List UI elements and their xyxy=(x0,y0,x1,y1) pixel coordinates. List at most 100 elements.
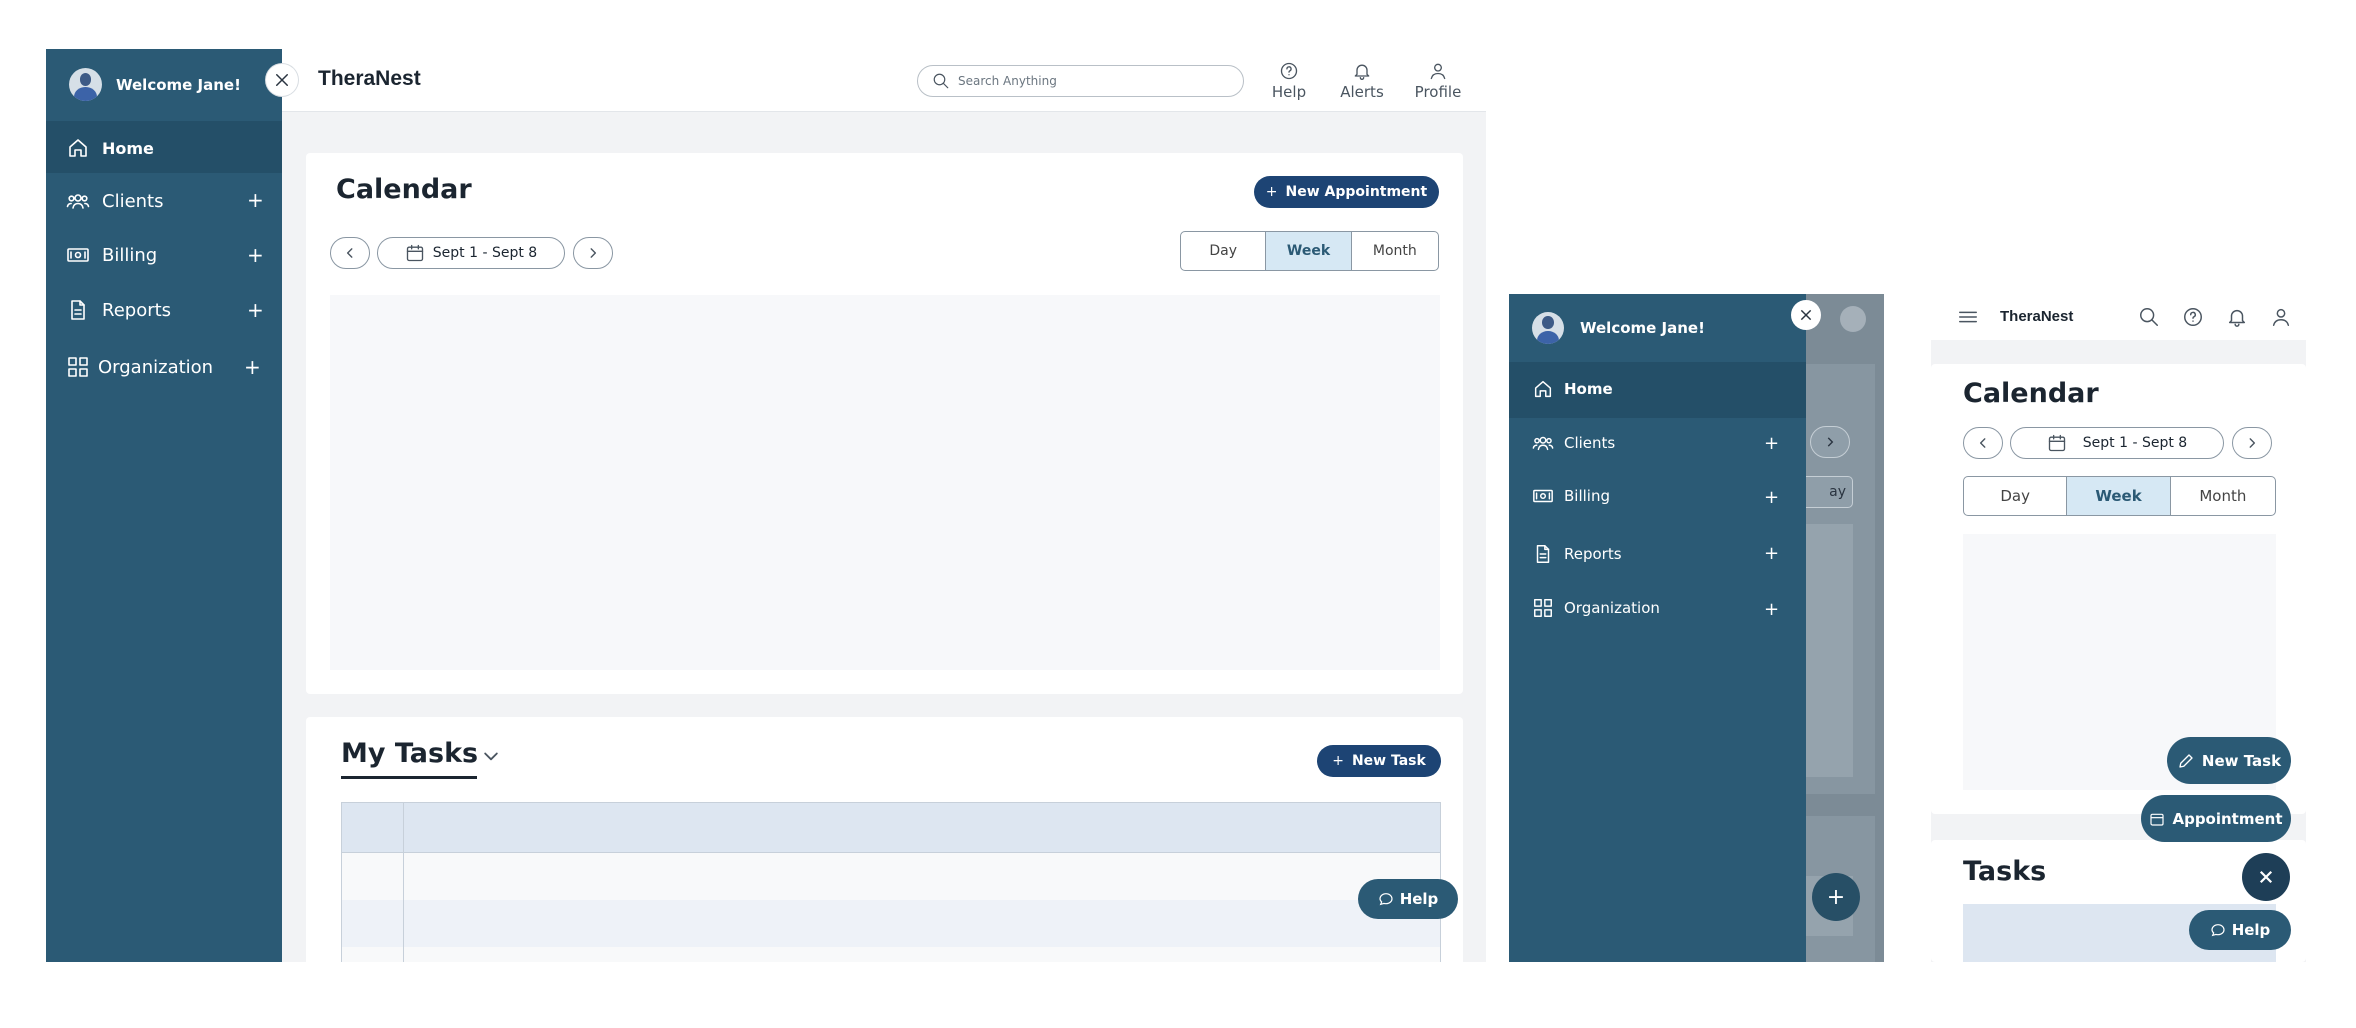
chevron-right-icon xyxy=(2249,438,2256,448)
expand-billing-icon[interactable]: + xyxy=(247,245,264,265)
help-floating-button[interactable]: Help xyxy=(1358,879,1458,919)
view-month-tab[interactable]: Month xyxy=(1352,232,1438,270)
dimmed-calendar-grid xyxy=(1805,524,1853,777)
bell-icon[interactable] xyxy=(2226,306,2248,328)
expand-reports-icon[interactable]: + xyxy=(247,300,264,320)
search-box[interactable]: Search Anything xyxy=(917,65,1244,97)
date-range-picker[interactable]: Sept 1 - Sept 8 xyxy=(2010,427,2224,459)
organization-icon xyxy=(68,357,88,377)
table-header-row xyxy=(342,803,1440,853)
sidebar: Welcome Jane! Home Clients + Billing + R… xyxy=(46,49,282,962)
hamburger-menu-icon[interactable] xyxy=(1957,306,1979,328)
sidebar-item-label: Reports xyxy=(102,299,172,321)
search-icon xyxy=(933,73,949,89)
chevron-left-icon xyxy=(346,248,353,258)
sidebar-item-label: Billing xyxy=(102,244,158,266)
sidebar-item-clients[interactable]: Clients xyxy=(66,189,164,213)
alerts-nav-label: Alerts xyxy=(1340,83,1384,101)
help-circle-icon[interactable] xyxy=(2182,306,2204,328)
search-placeholder: Search Anything xyxy=(958,74,1057,88)
search-icon[interactable] xyxy=(2138,306,2160,328)
desktop-panel: TheraNest Search Anything Help Alerts Pr… xyxy=(46,49,1486,962)
help-nav-button[interactable]: Help xyxy=(1269,61,1309,101)
date-range-picker[interactable]: Sept 1 - Sept 8 xyxy=(377,237,565,269)
view-day-tab[interactable]: Day xyxy=(1964,477,2068,515)
appointment-fab[interactable]: Appointment xyxy=(2141,795,2291,842)
view-month-tab[interactable]: Month xyxy=(2171,477,2275,515)
chevron-right-icon xyxy=(590,248,597,258)
close-icon xyxy=(1800,309,1812,321)
prev-week-button[interactable] xyxy=(1963,427,2003,459)
sidebar-item-home[interactable]: Home xyxy=(66,136,154,160)
calendar-title: Calendar xyxy=(1963,378,2099,409)
help-floating-button[interactable]: Help xyxy=(2189,910,2291,950)
calendar-grid-area[interactable] xyxy=(330,295,1440,670)
date-range-label: Sept 1 - Sept 8 xyxy=(432,245,538,261)
new-task-label: New Task xyxy=(1351,753,1426,769)
table-row[interactable] xyxy=(342,900,1440,947)
expand-reports-icon[interactable]: + xyxy=(1764,544,1779,564)
table-row[interactable] xyxy=(342,853,1440,900)
table-column-divider xyxy=(403,803,404,962)
sidebar-item-clients[interactable]: Clients xyxy=(1532,432,1615,454)
profile-nav-button[interactable]: Profile xyxy=(1412,61,1464,101)
mobile-header: TheraNest xyxy=(1931,294,2306,340)
chevron-left-icon xyxy=(1979,438,1986,448)
user-icon xyxy=(1430,63,1446,80)
new-task-fab[interactable]: New Task xyxy=(2167,737,2291,784)
view-day-tab[interactable]: Day xyxy=(1181,232,1267,270)
billing-icon xyxy=(1533,489,1553,503)
help-circle-icon xyxy=(1280,62,1298,80)
sidebar-item-reports[interactable]: Reports xyxy=(66,298,171,322)
user-icon[interactable] xyxy=(2270,306,2292,328)
next-week-button[interactable] xyxy=(2232,427,2272,459)
dimmed-day-tab: ay xyxy=(1805,476,1853,508)
expand-organization-icon[interactable]: + xyxy=(244,357,261,377)
welcome-text: Welcome Jane! xyxy=(116,76,241,94)
tablet-panel: ay + Welcome Jane! Home Clients + Billin… xyxy=(1509,294,1884,962)
brand-logo[interactable]: TheraNest xyxy=(2000,308,2073,325)
table-row[interactable] xyxy=(342,947,1440,962)
sidebar-item-billing[interactable]: Billing xyxy=(66,243,157,267)
avatar[interactable] xyxy=(69,68,102,101)
chevron-down-icon[interactable] xyxy=(481,746,501,766)
new-appointment-button[interactable]: + New Appointment xyxy=(1254,176,1439,208)
date-range-label: Sept 1 - Sept 8 xyxy=(2082,435,2188,451)
tasks-title-underline xyxy=(341,776,477,779)
reports-icon xyxy=(1536,545,1550,563)
close-fab-button[interactable] xyxy=(2242,853,2290,901)
appointment-fab-label: Appointment xyxy=(2172,809,2283,828)
plus-icon: + xyxy=(1332,753,1344,769)
expand-clients-icon[interactable]: + xyxy=(247,190,264,210)
brand-logo[interactable]: TheraNest xyxy=(318,67,421,91)
calendar-title: Calendar xyxy=(336,174,472,205)
view-week-tab[interactable]: Week xyxy=(1266,232,1352,270)
profile-nav-label: Profile xyxy=(1414,83,1462,101)
sidebar-item-home[interactable]: Home xyxy=(1532,378,1613,400)
expand-clients-icon[interactable]: + xyxy=(1764,434,1779,454)
close-sidebar-button[interactable] xyxy=(266,64,298,96)
prev-week-button[interactable] xyxy=(330,237,370,269)
calendar-card: Calendar + New Appointment Sept 1 - Sept … xyxy=(306,153,1463,694)
expand-billing-icon[interactable]: + xyxy=(1764,488,1779,508)
sidebar-item-billing[interactable]: Billing xyxy=(1532,485,1610,507)
new-task-button[interactable]: + New Task xyxy=(1317,745,1441,777)
chat-bubble-icon xyxy=(1379,893,1393,906)
calendar-icon xyxy=(406,244,423,262)
help-nav-label: Help xyxy=(1271,83,1307,101)
expand-organization-icon[interactable]: + xyxy=(1764,600,1779,620)
dimmed-day-label: ay xyxy=(1829,484,1846,500)
next-week-button[interactable] xyxy=(573,237,613,269)
add-floating-button[interactable]: + xyxy=(1812,873,1860,921)
avatar[interactable] xyxy=(1532,312,1564,344)
close-sidebar-button[interactable] xyxy=(1791,300,1821,330)
reports-icon xyxy=(71,300,85,320)
chevron-right-icon xyxy=(1827,437,1834,447)
alerts-nav-button[interactable]: Alerts xyxy=(1338,61,1386,101)
sidebar-item-reports[interactable]: Reports xyxy=(1532,543,1622,565)
sidebar-item-label: Home xyxy=(1564,380,1613,398)
tasks-title[interactable]: My Tasks xyxy=(341,738,478,769)
sidebar-item-organization[interactable]: Organization xyxy=(1532,597,1660,619)
sidebar-item-organization[interactable]: Organization xyxy=(66,355,213,379)
view-week-tab[interactable]: Week xyxy=(2067,477,2171,515)
